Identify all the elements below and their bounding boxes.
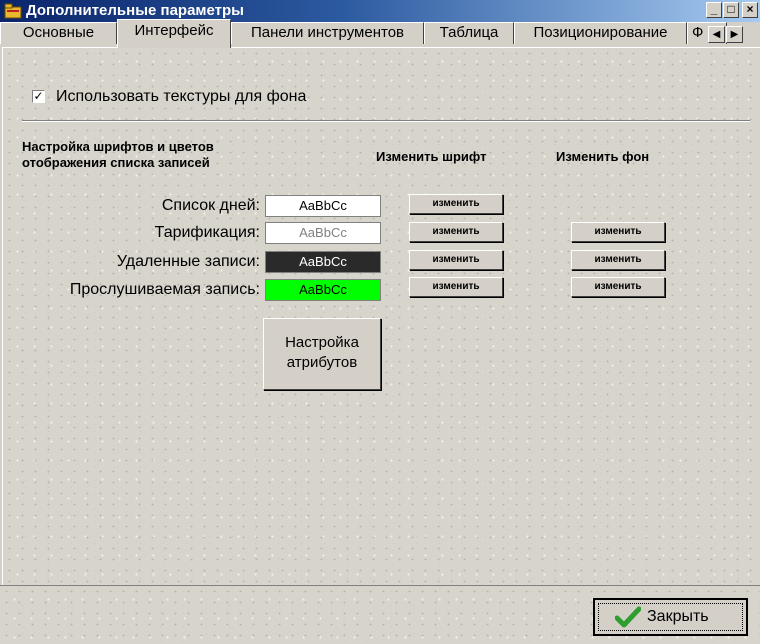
tab-interface[interactable]: Интерфейс [117, 19, 231, 48]
window-title: Дополнительные параметры [26, 2, 244, 19]
section-heading-line1: Настройка шрифтов и цветов [22, 139, 214, 154]
sample-playing: AaBbCc [265, 279, 381, 301]
tab-table[interactable]: Таблица [424, 22, 514, 44]
sample-days: AaBbCc [265, 195, 381, 217]
tab-toolbars[interactable]: Панели инструментов [231, 22, 424, 44]
section-heading: Настройка шрифтов и цветов отображения с… [22, 139, 214, 171]
texture-checkbox-label[interactable]: Использовать текстуры для фона [56, 87, 306, 107]
separator [22, 120, 750, 122]
sample-tariff: AaBbCc [265, 222, 381, 244]
change-bg-playing-button[interactable]: изменить [571, 277, 665, 297]
checkmark-icon [615, 606, 641, 628]
tab-scroll-right-button[interactable]: ▶ [726, 26, 743, 43]
tab-main[interactable]: Основные [0, 22, 117, 44]
minimize-button[interactable]: _ [706, 2, 722, 18]
row-label-deleted: Удаленные записи: [116, 253, 260, 270]
attributes-settings-button[interactable]: Настройка атрибутов [263, 318, 381, 390]
section-heading-line2: отображения списка записей [22, 155, 210, 170]
change-bg-deleted-button[interactable]: изменить [571, 250, 665, 270]
change-font-playing-button[interactable]: изменить [409, 277, 503, 297]
close-button-label: Закрыть [647, 608, 709, 625]
row-label-days: Список дней: [161, 197, 260, 214]
sample-deleted: AaBbCc [265, 251, 381, 273]
settings-dialog: Дополнительные параметры _ □ × Основные … [0, 0, 760, 644]
close-window-button[interactable]: × [742, 2, 758, 18]
attributes-button-line1: Настройка [285, 334, 359, 351]
title-bar[interactable]: Дополнительные параметры _ □ × [0, 0, 760, 22]
change-background-heading: Изменить фон [556, 149, 650, 164]
row-label-tariff: Тарификация: [154, 224, 260, 241]
change-font-heading: Изменить шрифт [376, 149, 487, 164]
close-button[interactable]: Закрыть [593, 598, 748, 636]
app-icon [4, 3, 22, 19]
maximize-button[interactable]: □ [723, 2, 739, 18]
change-font-tariff-button[interactable]: изменить [409, 222, 503, 242]
row-label-playing: Прослушиваемая запись: [69, 281, 260, 298]
attributes-button-line2: атрибутов [286, 354, 358, 371]
interface-tab-page [2, 47, 760, 585]
tab-positioning[interactable]: Позиционирование [514, 22, 687, 44]
change-font-deleted-button[interactable]: изменить [409, 250, 503, 270]
change-font-days-button[interactable]: изменить [409, 194, 503, 214]
texture-checkbox[interactable]: ✓ [32, 90, 45, 103]
tab-scroll-left-button[interactable]: ◀ [708, 26, 725, 43]
change-bg-tariff-button[interactable]: изменить [571, 222, 665, 242]
